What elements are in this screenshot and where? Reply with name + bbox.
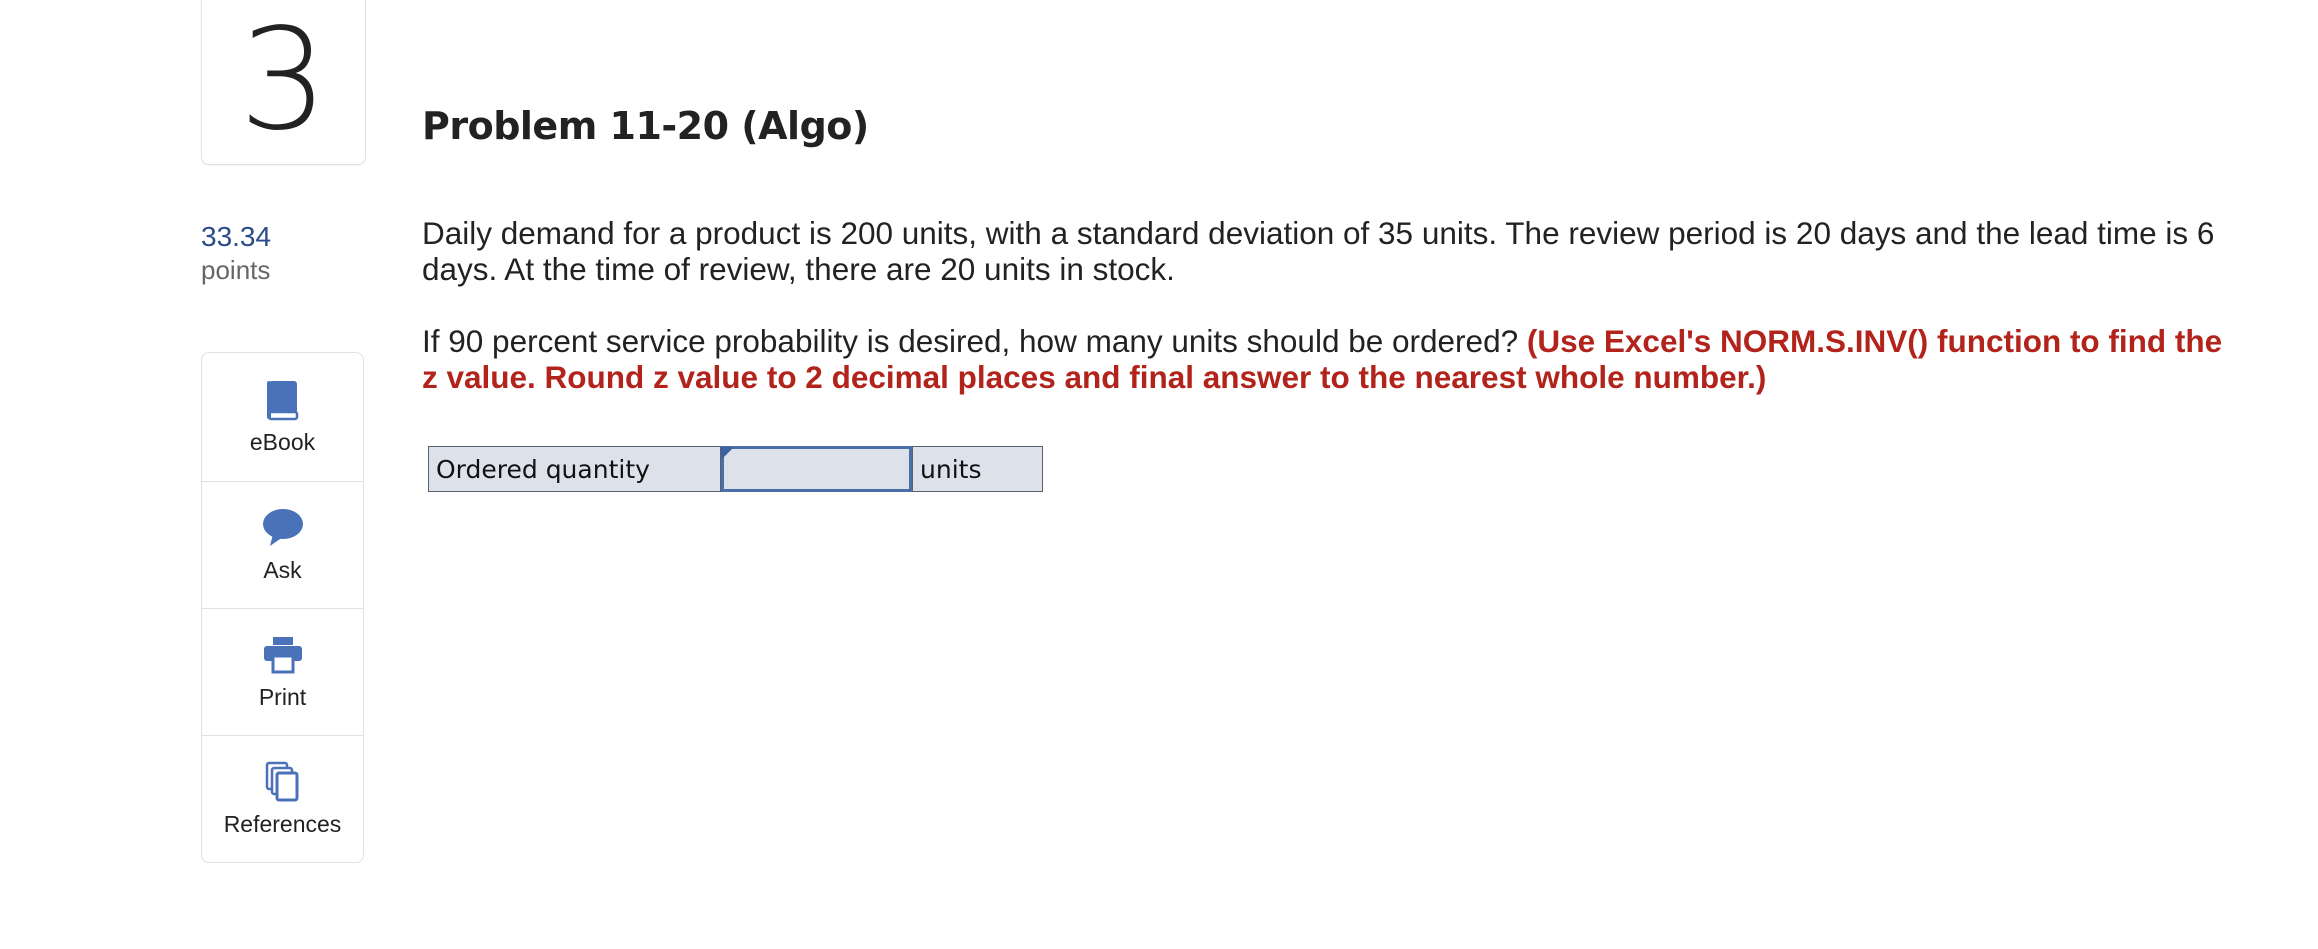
answer-row: Ordered quantity units	[428, 446, 1043, 492]
speech-bubble-icon	[262, 509, 303, 547]
ebook-label: eBook	[249, 429, 316, 456]
book-icon	[266, 381, 298, 421]
points-block: 33.34 points	[201, 220, 351, 286]
tools-panel: eBook Ask Print References	[201, 352, 364, 863]
print-button[interactable]: Print	[201, 609, 364, 736]
question-number: 3	[238, 0, 329, 162]
answer-label: Ordered quantity	[428, 446, 721, 492]
print-label: Print	[258, 684, 307, 711]
answer-input-cell	[720, 446, 913, 492]
points-label: points	[201, 254, 271, 285]
documents-icon	[265, 762, 298, 802]
printer-icon	[263, 637, 302, 674]
answer-table: Ordered quantity units	[428, 446, 1043, 492]
question-text: If 90 percent service probability is des…	[422, 323, 1519, 359]
ebook-button[interactable]: eBook	[201, 352, 364, 482]
ordered-quantity-input[interactable]	[721, 446, 912, 492]
problem-title: Problem 11-20 (Algo)	[422, 104, 869, 148]
ask-label: Ask	[263, 557, 302, 584]
answer-unit: units	[912, 446, 1043, 492]
references-label: References	[223, 811, 342, 838]
problem-prompt: Daily demand for a product is 200 units,…	[422, 215, 2215, 287]
references-button[interactable]: References	[201, 736, 364, 863]
question-page: 3 33.34 points eBook Ask Print Reference…	[0, 0, 2318, 949]
points-value: 33.34	[201, 221, 272, 252]
problem-question: If 90 percent service probability is des…	[422, 323, 2242, 395]
ask-button[interactable]: Ask	[201, 482, 364, 609]
question-number-box: 3	[201, 0, 366, 165]
